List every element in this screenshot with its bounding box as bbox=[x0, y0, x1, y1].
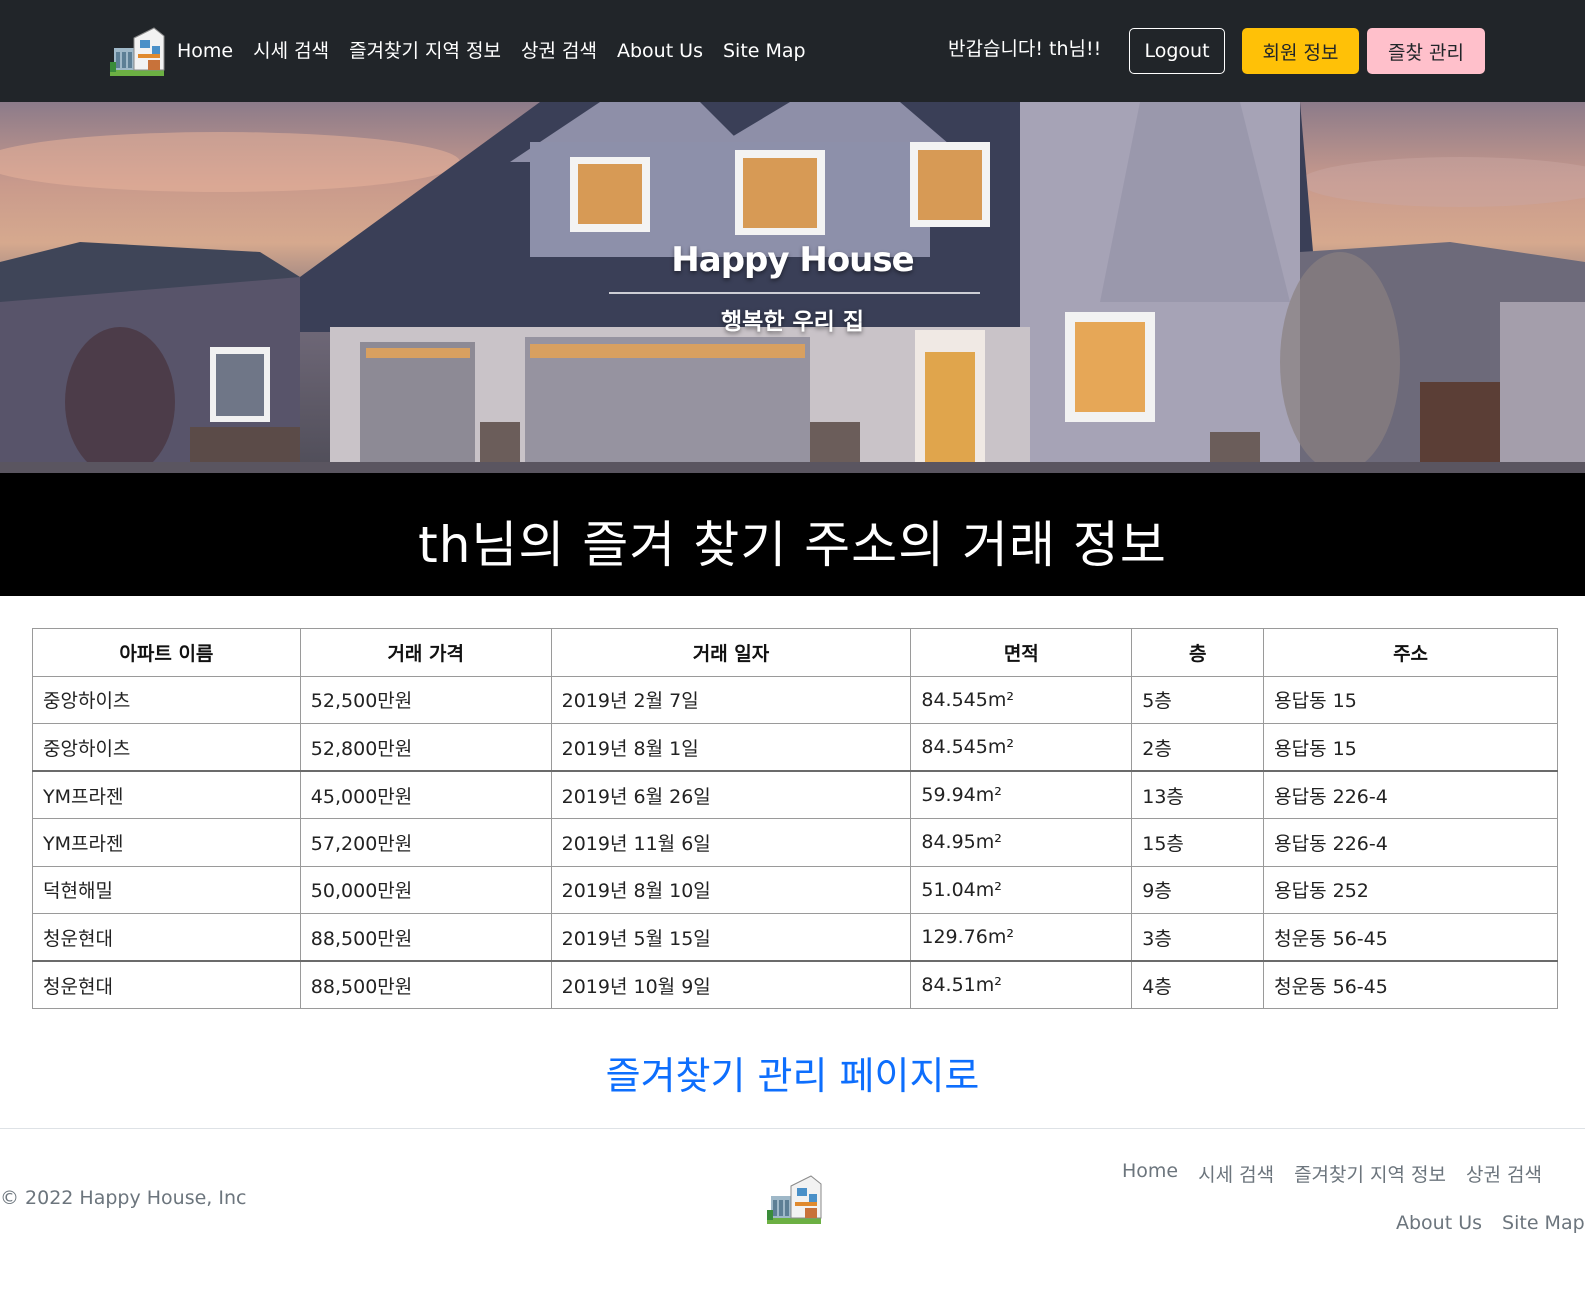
cell-apt-name: YM프라젠 bbox=[32, 770, 301, 819]
footer-link-price-search[interactable]: 시세 검색 bbox=[1198, 1160, 1274, 1187]
hero-banner: Happy House 행복한 우리 집 bbox=[0, 102, 1585, 473]
cell-address: 용답동 226-4 bbox=[1263, 770, 1558, 819]
cell-apt-name: YM프라젠 bbox=[32, 818, 301, 867]
cell-floor: 2층 bbox=[1131, 723, 1265, 772]
nav-home[interactable]: Home bbox=[177, 36, 233, 66]
cell-address: 청운동 56-45 bbox=[1263, 960, 1558, 1009]
cell-price: 52,500만원 bbox=[299, 675, 552, 724]
hero-title: Happy House bbox=[671, 240, 914, 280]
table-row: 청운현대 88,500만원 2019년 5월 15일 129.76m² 3층 청… bbox=[32, 913, 1558, 962]
cell-floor: 13층 bbox=[1131, 770, 1265, 819]
cell-date: 2019년 6월 26일 bbox=[550, 770, 912, 819]
member-info-button[interactable]: 회원 정보 bbox=[1242, 28, 1359, 74]
favorites-manage-button[interactable]: 즐찾 관리 bbox=[1367, 28, 1485, 74]
cell-date: 2019년 2월 7일 bbox=[550, 675, 912, 724]
table-header-row: 아파트 이름 거래 가격 거래 일자 면적 층 주소 bbox=[32, 628, 1558, 677]
cell-address: 용답동 252 bbox=[1263, 865, 1558, 914]
footer-link-home[interactable]: Home bbox=[1122, 1160, 1178, 1187]
cell-floor: 15층 bbox=[1131, 818, 1265, 867]
nav-commercial-search[interactable]: 상권 검색 bbox=[521, 36, 597, 66]
nav-about-us[interactable]: About Us bbox=[617, 36, 703, 66]
table-row: 덕현해밀 50,000만원 2019년 8월 10일 51.04m² 9층 용답… bbox=[32, 865, 1558, 914]
deal-info-table: 아파트 이름 거래 가격 거래 일자 면적 층 주소 중앙하이츠 52,500만… bbox=[32, 628, 1558, 1009]
footer-nav-row-1: Home 시세 검색 즐겨찾기 지역 정보 상권 검색 bbox=[1122, 1160, 1562, 1187]
cell-floor: 3층 bbox=[1131, 913, 1265, 962]
footer-copyright: © 2022 Happy House, Inc bbox=[0, 1187, 247, 1209]
col-header-apt-name: 아파트 이름 bbox=[32, 628, 301, 677]
cell-area: 84.51m² bbox=[910, 960, 1133, 1009]
cell-address: 용답동 15 bbox=[1263, 723, 1558, 772]
navbar: Home 시세 검색 즐겨찾기 지역 정보 상권 검색 About Us Sit… bbox=[0, 0, 1585, 102]
favorites-manage-link[interactable]: 즐겨찾기 관리 페이지로 bbox=[0, 1045, 1585, 1100]
cell-area: 84.95m² bbox=[910, 818, 1133, 867]
col-header-floor: 층 bbox=[1131, 628, 1265, 677]
hero-subtitle: 행복한 우리 집 bbox=[721, 309, 864, 335]
cell-floor: 5층 bbox=[1131, 675, 1265, 724]
nav-favorite-area[interactable]: 즐겨찾기 지역 정보 bbox=[349, 36, 501, 66]
cell-price: 52,800만원 bbox=[299, 723, 552, 772]
cell-price: 88,500만원 bbox=[299, 913, 552, 962]
table-row: 중앙하이츠 52,500만원 2019년 2월 7일 84.545m² 5층 용… bbox=[32, 675, 1558, 724]
hero-house-image bbox=[0, 102, 1585, 473]
table-row: 중앙하이츠 52,800만원 2019년 8월 1일 84.545m² 2층 용… bbox=[32, 723, 1558, 772]
logout-button[interactable]: Logout bbox=[1129, 28, 1225, 74]
col-header-price: 거래 가격 bbox=[299, 628, 552, 677]
cell-area: 59.94m² bbox=[910, 770, 1133, 819]
cell-area: 84.545m² bbox=[910, 675, 1133, 724]
cell-date: 2019년 11월 6일 bbox=[550, 818, 912, 867]
nav-site-map[interactable]: Site Map bbox=[723, 36, 806, 66]
table-row: YM프라젠 57,200만원 2019년 11월 6일 84.95m² 15층 … bbox=[32, 818, 1558, 867]
cell-area: 129.76m² bbox=[910, 913, 1133, 962]
footer-nav-row-2: About Us Site Map bbox=[1396, 1212, 1585, 1234]
footer-link-commercial-search[interactable]: 상권 검색 bbox=[1466, 1160, 1542, 1187]
cell-address: 용답동 226-4 bbox=[1263, 818, 1558, 867]
user-greeting: 반갑습니다! th님!! bbox=[948, 38, 1102, 60]
hero-divider bbox=[609, 292, 980, 294]
cell-price: 88,500만원 bbox=[299, 960, 552, 1009]
footer-divider bbox=[0, 1128, 1585, 1129]
cell-apt-name: 중앙하이츠 bbox=[32, 723, 301, 772]
cell-date: 2019년 10월 9일 bbox=[550, 960, 912, 1009]
cell-apt-name: 청운현대 bbox=[32, 913, 301, 962]
cell-area: 51.04m² bbox=[910, 865, 1133, 914]
nav-price-search[interactable]: 시세 검색 bbox=[253, 36, 329, 66]
cell-area: 84.545m² bbox=[910, 723, 1133, 772]
house-logo-icon[interactable] bbox=[108, 24, 166, 78]
cell-price: 57,200만원 bbox=[299, 818, 552, 867]
col-header-date: 거래 일자 bbox=[550, 628, 912, 677]
col-header-address: 주소 bbox=[1263, 628, 1558, 677]
section-header-band: th님의 즐겨 찾기 주소의 거래 정보 bbox=[0, 473, 1585, 596]
col-header-area: 면적 bbox=[910, 628, 1133, 677]
table-row: YM프라젠 45,000만원 2019년 6월 26일 59.94m² 13층 … bbox=[32, 770, 1558, 819]
footer-link-favorite-area[interactable]: 즐겨찾기 지역 정보 bbox=[1294, 1160, 1446, 1187]
cell-date: 2019년 5월 15일 bbox=[550, 913, 912, 962]
cell-address: 청운동 56-45 bbox=[1263, 913, 1558, 962]
section-title: th님의 즐겨 찾기 주소의 거래 정보 bbox=[418, 516, 1167, 574]
cell-apt-name: 중앙하이츠 bbox=[32, 675, 301, 724]
cell-date: 2019년 8월 1일 bbox=[550, 723, 912, 772]
footer-link-about-us[interactable]: About Us bbox=[1396, 1212, 1482, 1234]
house-logo-icon[interactable] bbox=[765, 1172, 823, 1226]
cell-floor: 4층 bbox=[1131, 960, 1265, 1009]
cell-floor: 9층 bbox=[1131, 865, 1265, 914]
footer-nav: Home 시세 검색 즐겨찾기 지역 정보 상권 검색 About Us Sit… bbox=[1122, 1160, 1585, 1260]
main-nav: Home 시세 검색 즐겨찾기 지역 정보 상권 검색 About Us Sit… bbox=[177, 36, 826, 66]
cell-apt-name: 덕현해밀 bbox=[32, 865, 301, 914]
cell-price: 50,000만원 bbox=[299, 865, 552, 914]
cell-address: 용답동 15 bbox=[1263, 675, 1558, 724]
cell-date: 2019년 8월 10일 bbox=[550, 865, 912, 914]
cell-price: 45,000만원 bbox=[299, 770, 552, 819]
table-row: 청운현대 88,500만원 2019년 10월 9일 84.51m² 4층 청운… bbox=[32, 960, 1558, 1009]
footer-link-site-map[interactable]: Site Map bbox=[1502, 1212, 1585, 1234]
cell-apt-name: 청운현대 bbox=[32, 960, 301, 1009]
